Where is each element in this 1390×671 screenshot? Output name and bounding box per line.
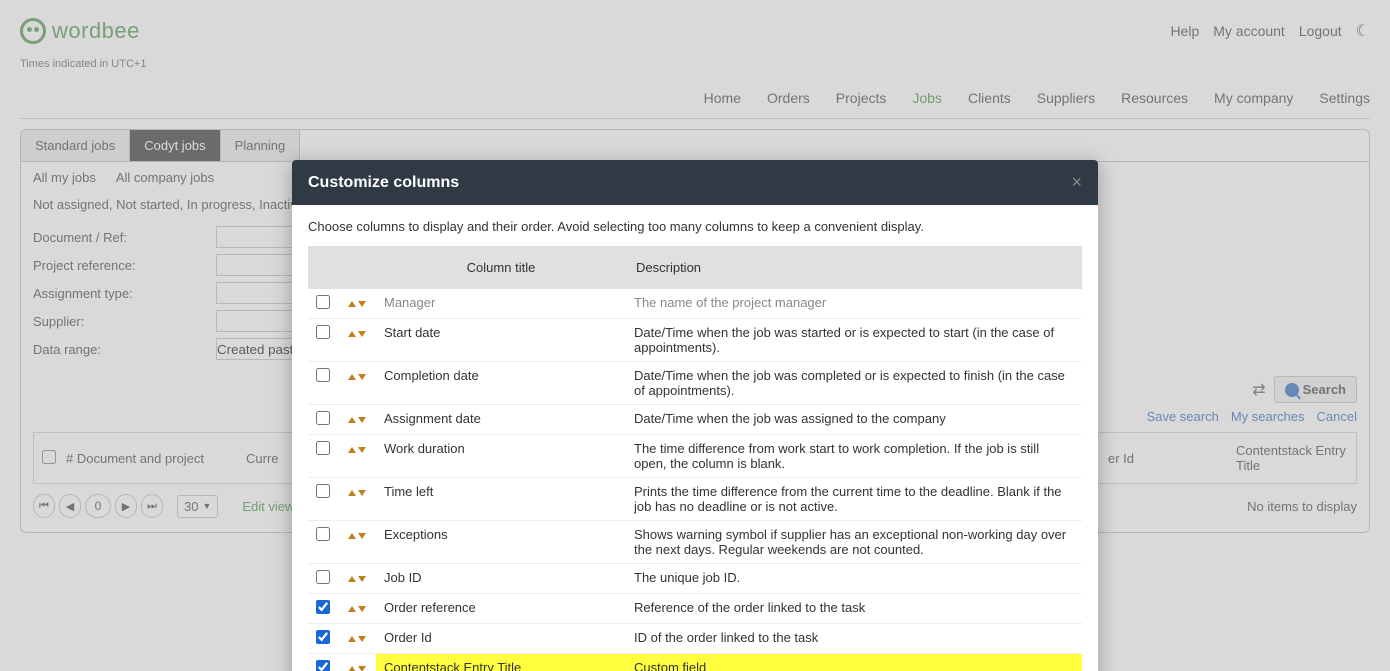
- move-up-icon[interactable]: [348, 490, 356, 496]
- column-checkbox[interactable]: [316, 368, 330, 382]
- column-description: Prints the time difference from the curr…: [626, 478, 1082, 521]
- column-description: ID of the order linked to the task: [626, 624, 1082, 654]
- col-header-title: Column title: [376, 246, 626, 289]
- move-down-icon[interactable]: [358, 606, 366, 612]
- column-row: Time leftPrints the time difference from…: [308, 478, 1082, 521]
- move-down-icon[interactable]: [358, 331, 366, 337]
- modal-instruction: Choose columns to display and their orde…: [308, 219, 1082, 234]
- move-up-icon[interactable]: [348, 666, 356, 671]
- column-title: Order Id: [376, 624, 626, 654]
- column-row: Order referenceReference of the order li…: [308, 594, 1082, 624]
- column-row: ExceptionsShows warning symbol if suppli…: [308, 521, 1082, 564]
- column-title: Time left: [376, 478, 626, 521]
- move-down-icon[interactable]: [358, 417, 366, 423]
- customize-columns-modal: Customize columns × Choose columns to di…: [292, 160, 1098, 671]
- move-down-icon[interactable]: [358, 374, 366, 380]
- column-row: Start dateDate/Time when the job was sta…: [308, 319, 1082, 362]
- col-header-description: Description: [626, 246, 1082, 289]
- move-up-icon[interactable]: [348, 331, 356, 337]
- column-checkbox[interactable]: [316, 527, 330, 541]
- column-checkbox[interactable]: [316, 441, 330, 455]
- column-description: Date/Time when the job was assigned to t…: [626, 405, 1082, 435]
- column-title: Completion date: [376, 362, 626, 405]
- move-down-icon[interactable]: [358, 490, 366, 496]
- move-down-icon[interactable]: [358, 666, 366, 671]
- column-row: Assignment dateDate/Time when the job wa…: [308, 405, 1082, 435]
- move-up-icon[interactable]: [348, 576, 356, 582]
- column-checkbox[interactable]: [316, 411, 330, 425]
- column-description: The name of the project manager: [626, 289, 1082, 319]
- column-row: Order IdID of the order linked to the ta…: [308, 624, 1082, 654]
- column-description: The time difference from work start to w…: [626, 435, 1082, 478]
- column-row: Work durationThe time difference from wo…: [308, 435, 1082, 478]
- move-up-icon[interactable]: [348, 606, 356, 612]
- column-checkbox[interactable]: [316, 484, 330, 498]
- move-up-icon[interactable]: [348, 447, 356, 453]
- column-description: Date/Time when the job was completed or …: [626, 362, 1082, 405]
- column-checkbox[interactable]: [316, 295, 330, 309]
- column-description: Shows warning symbol if supplier has an …: [626, 521, 1082, 564]
- column-description: The unique job ID.: [626, 564, 1082, 594]
- move-down-icon[interactable]: [358, 447, 366, 453]
- column-checkbox[interactable]: [316, 600, 330, 614]
- column-description: Reference of the order linked to the tas…: [626, 594, 1082, 624]
- move-up-icon[interactable]: [348, 533, 356, 539]
- column-description: Custom field: [626, 654, 1082, 671]
- move-up-icon[interactable]: [348, 636, 356, 642]
- column-description: Date/Time when the job was started or is…: [626, 319, 1082, 362]
- modal-title: Customize columns: [308, 174, 459, 192]
- column-checkbox[interactable]: [316, 660, 330, 671]
- move-up-icon[interactable]: [348, 374, 356, 380]
- modal-overlay: Customize columns × Choose columns to di…: [0, 0, 1390, 671]
- column-title: Start date: [376, 319, 626, 362]
- column-checkbox[interactable]: [316, 630, 330, 644]
- column-checkbox[interactable]: [316, 325, 330, 339]
- close-icon[interactable]: ×: [1071, 172, 1082, 193]
- column-title: Exceptions: [376, 521, 626, 564]
- column-title: Work duration: [376, 435, 626, 478]
- column-row: Completion dateDate/Time when the job wa…: [308, 362, 1082, 405]
- column-title: Job ID: [376, 564, 626, 594]
- move-up-icon[interactable]: [348, 301, 356, 307]
- column-title: Contentstack Entry Title: [376, 654, 626, 671]
- column-title: Assignment date: [376, 405, 626, 435]
- column-title: Manager: [376, 289, 626, 319]
- column-checkbox[interactable]: [316, 570, 330, 584]
- column-row: Contentstack Entry TitleCustom field: [308, 654, 1082, 671]
- column-row: ManagerThe name of the project manager: [308, 289, 1082, 319]
- move-down-icon[interactable]: [358, 301, 366, 307]
- move-down-icon[interactable]: [358, 576, 366, 582]
- column-title: Order reference: [376, 594, 626, 624]
- column-row: Job IDThe unique job ID.: [308, 564, 1082, 594]
- move-up-icon[interactable]: [348, 417, 356, 423]
- columns-table: Column title Description ManagerThe name…: [308, 246, 1082, 671]
- move-down-icon[interactable]: [358, 636, 366, 642]
- move-down-icon[interactable]: [358, 533, 366, 539]
